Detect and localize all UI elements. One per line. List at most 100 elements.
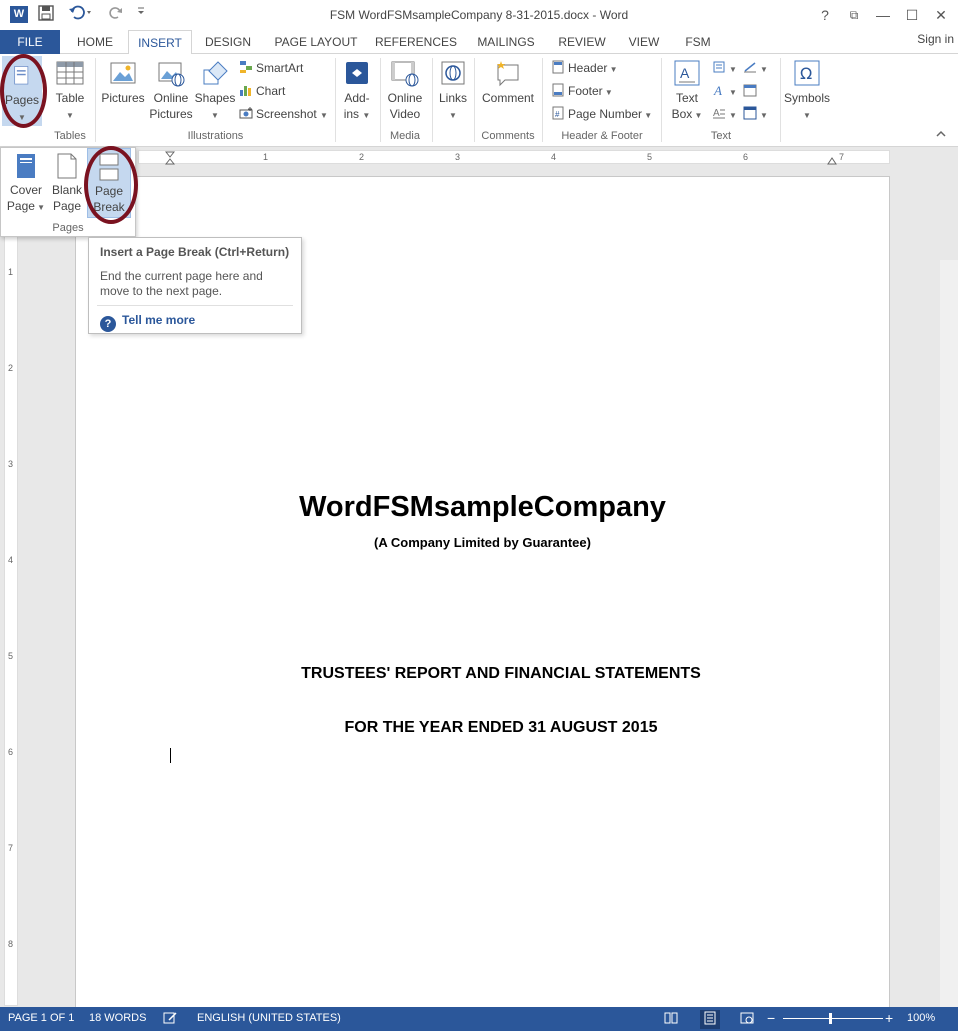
chevron-down-icon: ▼	[34, 203, 46, 212]
svg-text:A: A	[713, 83, 722, 97]
tab-design[interactable]: DESIGN	[196, 30, 260, 54]
tell-me-more-link[interactable]: ? Tell me more	[100, 313, 195, 332]
chevron-down-icon: ▼	[642, 111, 653, 120]
word-count[interactable]: 18 WORDS	[89, 1012, 146, 1024]
tab-home[interactable]: HOME	[66, 30, 124, 54]
print-layout-icon[interactable]	[700, 1010, 720, 1029]
maximize-icon[interactable]: ☐	[898, 4, 926, 26]
zoom-out-button[interactable]: −	[767, 1010, 775, 1026]
footer-icon	[552, 83, 564, 97]
tab-mailings[interactable]: MAILINGS	[468, 30, 544, 54]
shapes-button[interactable]: Shapes ▼	[194, 58, 236, 124]
blank-page-button[interactable]: Blank Page	[47, 148, 87, 214]
ruler-number: 8	[8, 939, 14, 949]
minimize-icon[interactable]: —	[869, 4, 897, 26]
zoom-slider-thumb[interactable]	[829, 1013, 832, 1024]
online-pictures-button[interactable]: Online Pictures	[148, 58, 194, 122]
tab-file[interactable]: FILE	[0, 30, 60, 54]
page-count[interactable]: PAGE 1 OF 1	[8, 1012, 74, 1024]
document-title[interactable]: WordFSMsampleCompany	[75, 491, 890, 524]
links-button[interactable]: Links ▼	[434, 58, 472, 124]
vertical-scrollbar[interactable]	[940, 260, 958, 1007]
group-label-text: Text	[710, 130, 732, 142]
comment-icon	[497, 61, 519, 87]
ruler-number: 7	[8, 843, 14, 853]
online-video-label-1: Online	[387, 91, 423, 105]
comment-label: Comment	[481, 91, 534, 105]
symbols-button[interactable]: Ω Symbols ▼	[783, 58, 831, 124]
object-button[interactable]: ▼	[743, 104, 768, 124]
proofing-icon[interactable]	[163, 1011, 177, 1028]
tab-fsm[interactable]: FSM	[676, 30, 720, 54]
header-label: Header	[568, 61, 608, 75]
group-label-illustrations: Illustrations	[187, 130, 244, 142]
cover-page-label-2: Page	[6, 199, 35, 213]
ruler-number: 1	[8, 267, 14, 277]
right-indent-marker-icon[interactable]	[827, 153, 837, 165]
tab-insert[interactable]: INSERT	[128, 30, 192, 55]
addins-button[interactable]: Add-ins ▼	[338, 58, 376, 124]
date-time-button[interactable]	[743, 81, 760, 101]
annotation-circle-pages	[0, 54, 47, 128]
addins-label-1: Add-	[344, 91, 370, 105]
collapse-ribbon-icon[interactable]	[936, 130, 946, 141]
tab-view[interactable]: VIEW	[620, 30, 668, 54]
document-heading-report[interactable]: TRUSTEES' REPORT AND FINANCIAL STATEMENT…	[75, 665, 927, 683]
chart-button[interactable]: Chart	[239, 81, 285, 101]
text-box-button[interactable]: A Text Box ▼	[667, 58, 707, 124]
read-mode-icon[interactable]	[664, 1011, 678, 1028]
tab-references[interactable]: REFERENCES	[372, 30, 460, 54]
ruler-number: 6	[8, 747, 14, 757]
tab-review[interactable]: REVIEW	[550, 30, 614, 54]
signature-line-icon	[744, 62, 756, 73]
comment-button[interactable]: Comment	[477, 58, 539, 106]
horizontal-ruler[interactable]: 1 2 3 4 5 6 7	[138, 150, 890, 165]
svg-text:#: #	[555, 110, 560, 119]
zoom-level[interactable]: 100%	[907, 1012, 935, 1024]
footer-label: Footer	[568, 84, 603, 98]
zoom-slider[interactable]	[783, 1018, 883, 1019]
footer-button[interactable]: Footer ▼	[551, 81, 613, 101]
ribbon-display-options-icon[interactable]: ⧉	[840, 4, 868, 26]
blank-page-label-2: Page	[52, 199, 82, 213]
symbols-label: Symbols	[783, 91, 830, 105]
page-number-button[interactable]: # Page Number ▼	[551, 104, 652, 124]
header-button[interactable]: Header ▼	[551, 58, 618, 78]
ruler-number: 1	[263, 152, 269, 162]
smartart-button[interactable]: SmartArt	[239, 58, 303, 78]
chevron-down-icon: ▼	[607, 65, 618, 74]
help-icon[interactable]: ?	[811, 4, 839, 26]
tab-page-layout[interactable]: PAGE LAYOUT	[266, 30, 366, 54]
page-break-tooltip: Insert a Page Break (Ctrl+Return) End th…	[88, 237, 302, 334]
vertical-ruler[interactable]: 1 2 3 4 5 6 7 8	[4, 176, 18, 1006]
drop-cap-button[interactable]: A ▼	[712, 104, 737, 124]
online-video-button[interactable]: Online Video	[382, 58, 428, 122]
pictures-button[interactable]: Pictures	[100, 58, 146, 106]
table-button[interactable]: Table ▼	[50, 58, 90, 124]
web-layout-icon[interactable]	[740, 1011, 754, 1028]
screenshot-label: Screenshot	[256, 107, 317, 121]
chevron-down-icon: ▼	[362, 111, 371, 120]
quick-parts-button[interactable]: ▼	[712, 58, 737, 78]
sign-in-link[interactable]: Sign in	[917, 32, 954, 46]
ruler-number: 7	[839, 152, 845, 162]
close-icon[interactable]: ✕	[927, 4, 955, 26]
text-box-label-2: Box	[671, 107, 693, 121]
wordart-button[interactable]: A ▼	[712, 81, 737, 101]
omega-icon: Ω	[794, 60, 820, 86]
chevron-down-icon: ▼	[692, 111, 703, 120]
date-time-icon	[743, 84, 757, 97]
zoom-in-button[interactable]: +	[885, 1010, 893, 1026]
document-subtitle[interactable]: (A Company Limited by Guarantee)	[75, 535, 890, 550]
indent-marker-icon[interactable]	[165, 151, 175, 165]
smartart-icon	[240, 61, 252, 73]
signature-line-button[interactable]: ▼	[743, 58, 768, 78]
cover-page-button[interactable]: Cover Page ▼	[5, 148, 47, 216]
ruler-number: 6	[743, 152, 749, 162]
chevron-down-icon: ▼	[760, 65, 768, 74]
language-indicator[interactable]: ENGLISH (UNITED STATES)	[197, 1012, 341, 1024]
group-label-pages: Pages	[52, 222, 84, 234]
document-heading-year[interactable]: FOR THE YEAR ENDED 31 AUGUST 2015	[75, 719, 927, 737]
text-box-icon: A	[674, 60, 700, 86]
screenshot-button[interactable]: Screenshot ▼	[239, 104, 328, 124]
